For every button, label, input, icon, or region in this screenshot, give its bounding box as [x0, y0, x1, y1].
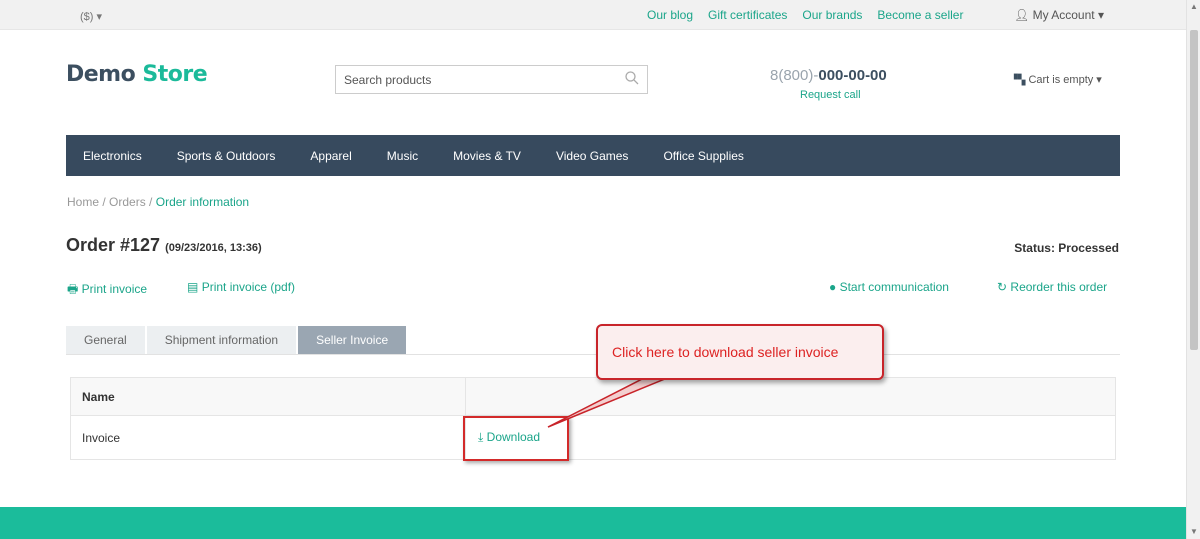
order-status: Status: Processed [1014, 241, 1119, 255]
menu-item-video-games[interactable]: Video Games [556, 149, 629, 163]
breadcrumb-separator: / [145, 195, 156, 209]
annotation-callout: Click here to download seller invoice [596, 324, 884, 380]
table-header-row: Name [71, 378, 1115, 416]
breadcrumb-separator: / [99, 195, 110, 209]
phone-number: 8(800)-000-00-00 [770, 67, 887, 84]
scroll-down-icon[interactable]: ▼ [1190, 527, 1198, 536]
refresh-icon: ↻ [997, 280, 1008, 294]
start-communication-link[interactable]: ● Start communication [829, 280, 949, 294]
menu-item-movies-tv[interactable]: Movies & TV [453, 149, 521, 163]
search-icon[interactable] [625, 71, 639, 88]
search-input[interactable] [336, 66, 596, 93]
tab-general[interactable]: General [66, 326, 145, 355]
logo-text-store: Store [142, 62, 208, 87]
main-menu: Electronics Sports & Outdoors Apparel Mu… [66, 135, 1120, 176]
order-date: (09/23/2016, 13:36) [165, 242, 262, 254]
scroll-up-icon[interactable]: ▲ [1190, 2, 1198, 11]
my-account-label: My Account ▾ [1032, 8, 1104, 22]
print-invoice-link[interactable]: 🖶︎ Print invoice [67, 280, 147, 301]
menu-item-sports-outdoors[interactable]: Sports & Outdoors [177, 149, 276, 163]
tab-seller-invoice[interactable]: Seller Invoice [298, 326, 407, 355]
printer-icon: 🖶︎ [67, 282, 79, 296]
footer-bar [0, 507, 1186, 539]
breadcrumb-orders[interactable]: Orders [109, 195, 146, 209]
link-our-blog[interactable]: Our blog [647, 8, 693, 22]
invoice-table: Name Invoice [70, 377, 1116, 460]
request-call-link[interactable]: Request call [800, 89, 861, 101]
store-logo[interactable]: Demo Store [66, 62, 208, 87]
link-our-brands[interactable]: Our brands [802, 8, 862, 22]
reorder-link[interactable]: ↻ Reorder this order [997, 280, 1107, 294]
column-header-empty [466, 378, 1115, 415]
page-title: Order #127 (09/23/2016, 13:36) [66, 235, 262, 256]
vertical-scrollbar[interactable]: ▲ ▼ [1186, 0, 1200, 539]
order-tabs: General Shipment information Seller Invo… [66, 326, 407, 355]
scrollbar-thumb[interactable] [1190, 30, 1198, 350]
menu-item-music[interactable]: Music [387, 149, 418, 163]
breadcrumb-current: Order information [155, 195, 250, 209]
table-row: Invoice [71, 416, 1115, 459]
logo-text-demo: Demo [66, 62, 136, 87]
cart-menu[interactable]: ▝▚ Cart is empty ▾ [1010, 73, 1102, 86]
start-communication-label: Start communication [839, 280, 949, 294]
cart-label: Cart is empty ▾ [1028, 74, 1102, 86]
breadcrumb: Home / Orders / Order information [67, 195, 249, 209]
menu-item-apparel[interactable]: Apparel [310, 149, 351, 163]
tab-divider [66, 354, 1120, 355]
column-header-name: Name [71, 378, 466, 415]
phone-digits: 000-00-00 [818, 67, 887, 84]
reorder-label: Reorder this order [1010, 280, 1108, 294]
link-become-seller[interactable]: Become a seller [877, 8, 963, 22]
print-invoice-pdf-label: Print invoice (pdf) [201, 280, 296, 294]
top-links: Our blog Gift certificates Our brands Be… [647, 8, 963, 22]
breadcrumb-home[interactable]: Home [67, 195, 99, 209]
currency-selector[interactable]: ($) ▾ [80, 10, 102, 23]
print-invoice-pdf-link[interactable]: ▤ Print invoice (pdf) [187, 280, 295, 294]
menu-item-office-supplies[interactable]: Office Supplies [663, 149, 744, 163]
chat-icon: ● [829, 280, 837, 294]
highlight-box [463, 416, 569, 461]
user-icon: 👤︎ [1014, 8, 1030, 22]
document-icon: ▤ [187, 280, 199, 294]
menu-item-electronics[interactable]: Electronics [83, 149, 142, 163]
tab-shipment-information[interactable]: Shipment information [146, 326, 297, 355]
top-bar: ($) ▾ Our blog Gift certificates Our bra… [0, 0, 1186, 30]
cart-icon: ▝▚ [1010, 75, 1026, 86]
print-invoice-label: Print invoice [81, 282, 148, 296]
phone-prefix: 8(800)- [770, 67, 819, 84]
my-account-menu[interactable]: 👤︎ My Account ▾ [1014, 8, 1104, 22]
link-gift-certificates[interactable]: Gift certificates [708, 8, 787, 22]
order-number: Order #127 [66, 235, 161, 255]
cell-invoice-name: Invoice [71, 416, 466, 459]
search-box [335, 65, 648, 94]
